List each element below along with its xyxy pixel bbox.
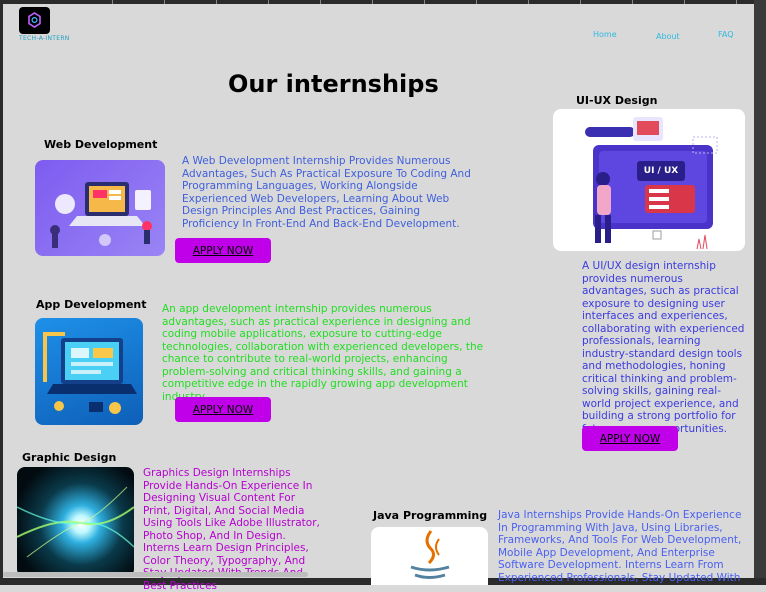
ruler-tick bbox=[268, 0, 269, 4]
app-dev-description: An app development internship provides n… bbox=[162, 303, 484, 403]
uiux-description: A UI/UX design internship provides numer… bbox=[582, 260, 745, 435]
web-dev-title: Web Development bbox=[44, 138, 158, 151]
ruler-tick bbox=[424, 0, 425, 4]
horizontal-scrollbar-thumb[interactable] bbox=[3, 572, 308, 577]
uiux-title: UI-UX Design bbox=[576, 94, 658, 107]
ruler-tick bbox=[528, 0, 529, 4]
app-dev-title: App Development bbox=[36, 298, 147, 311]
nav-faq-link[interactable]: FAQ bbox=[718, 30, 734, 39]
window-left-border bbox=[0, 0, 3, 585]
logo-icon bbox=[28, 12, 41, 28]
graphic-title: Graphic Design bbox=[22, 451, 117, 464]
logo[interactable] bbox=[19, 7, 50, 34]
window-top-border bbox=[0, 0, 766, 4]
ruler-tick bbox=[736, 0, 737, 4]
web-dev-image bbox=[35, 160, 165, 256]
uiux-image: UI / UX bbox=[553, 109, 745, 251]
graphic-image bbox=[17, 467, 134, 577]
ruler-tick bbox=[632, 0, 633, 4]
nav-home-link[interactable]: Home bbox=[593, 30, 617, 39]
ruler-tick bbox=[372, 0, 373, 4]
web-dev-apply-button[interactable]: APPLY NOW bbox=[175, 238, 271, 263]
java-title: Java Programming bbox=[373, 509, 488, 522]
window-right-border bbox=[754, 0, 766, 585]
ruler-tick bbox=[112, 0, 113, 4]
ruler-tick bbox=[580, 0, 581, 4]
ruler-tick bbox=[684, 0, 685, 4]
java-description: Java Internships Provide Hands-On Experi… bbox=[498, 509, 742, 584]
ruler-tick bbox=[320, 0, 321, 4]
ruler-tick bbox=[476, 0, 477, 4]
nav-about-link[interactable]: About bbox=[656, 32, 680, 41]
logo-text: TECH-A-INTERN bbox=[19, 35, 70, 42]
app-dev-image bbox=[35, 318, 143, 425]
uiux-badge: UI / UX bbox=[643, 166, 679, 176]
java-image bbox=[371, 527, 488, 585]
ruler-tick bbox=[164, 0, 165, 4]
uiux-apply-button[interactable]: APPLY NOW bbox=[582, 426, 678, 451]
web-dev-description: A Web Development Internship Provides Nu… bbox=[182, 155, 471, 230]
ruler-tick bbox=[216, 0, 217, 4]
app-dev-apply-button[interactable]: APPLY NOW bbox=[175, 397, 271, 422]
page-title: Our internships bbox=[228, 70, 439, 98]
